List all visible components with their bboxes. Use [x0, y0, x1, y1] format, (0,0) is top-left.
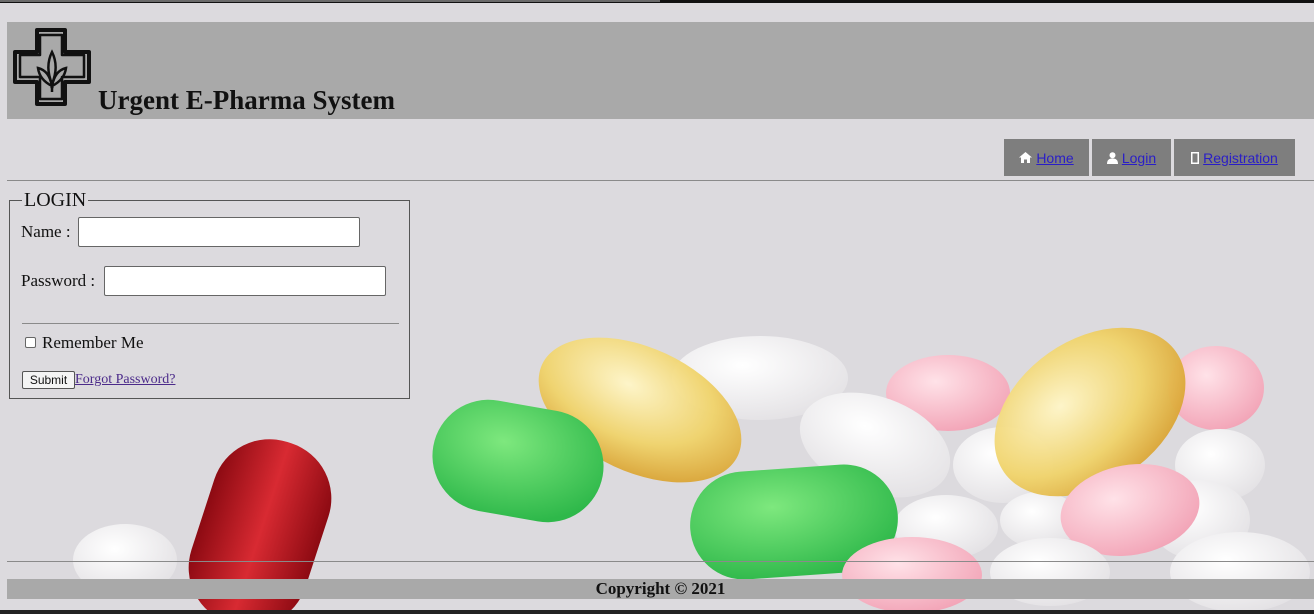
nav-home-button[interactable]: Home	[1004, 139, 1089, 176]
mobile-icon	[1191, 151, 1200, 164]
remember-me-label: Remember Me	[42, 333, 144, 352]
nav-registration-button[interactable]: Registration	[1174, 139, 1295, 176]
nav-login-button[interactable]: Login	[1092, 139, 1171, 176]
footer-divider	[7, 561, 1314, 562]
name-label: Name :	[21, 222, 71, 241]
remember-me-checkbox[interactable]	[25, 337, 36, 348]
nav-login-label: Login	[1121, 149, 1157, 166]
login-form: LOGIN Name : Password : Remember Me Subm…	[9, 190, 410, 399]
submit-button[interactable]: Submit	[22, 371, 75, 389]
password-input[interactable]	[104, 266, 386, 296]
login-legend: LOGIN	[22, 189, 89, 211]
name-input[interactable]	[78, 217, 360, 247]
password-label: Password :	[21, 271, 96, 290]
user-icon	[1106, 151, 1118, 164]
form-divider	[22, 323, 399, 324]
site-header: Urgent E-Pharma System	[7, 22, 1314, 119]
divider	[7, 180, 1314, 181]
copyright-text: Copyright © 2021	[595, 579, 726, 598]
footer: Copyright © 2021	[7, 579, 1314, 599]
site-title: Urgent E-Pharma System	[98, 85, 395, 115]
nav-home-label: Home	[1036, 149, 1074, 166]
pharmacy-cross-icon	[13, 28, 91, 106]
home-icon	[1019, 152, 1033, 163]
nav-registration-label: Registration	[1203, 149, 1278, 166]
forgot-password-link[interactable]: Forgot Password?	[75, 372, 175, 388]
window-bottom-edge	[0, 610, 1314, 614]
